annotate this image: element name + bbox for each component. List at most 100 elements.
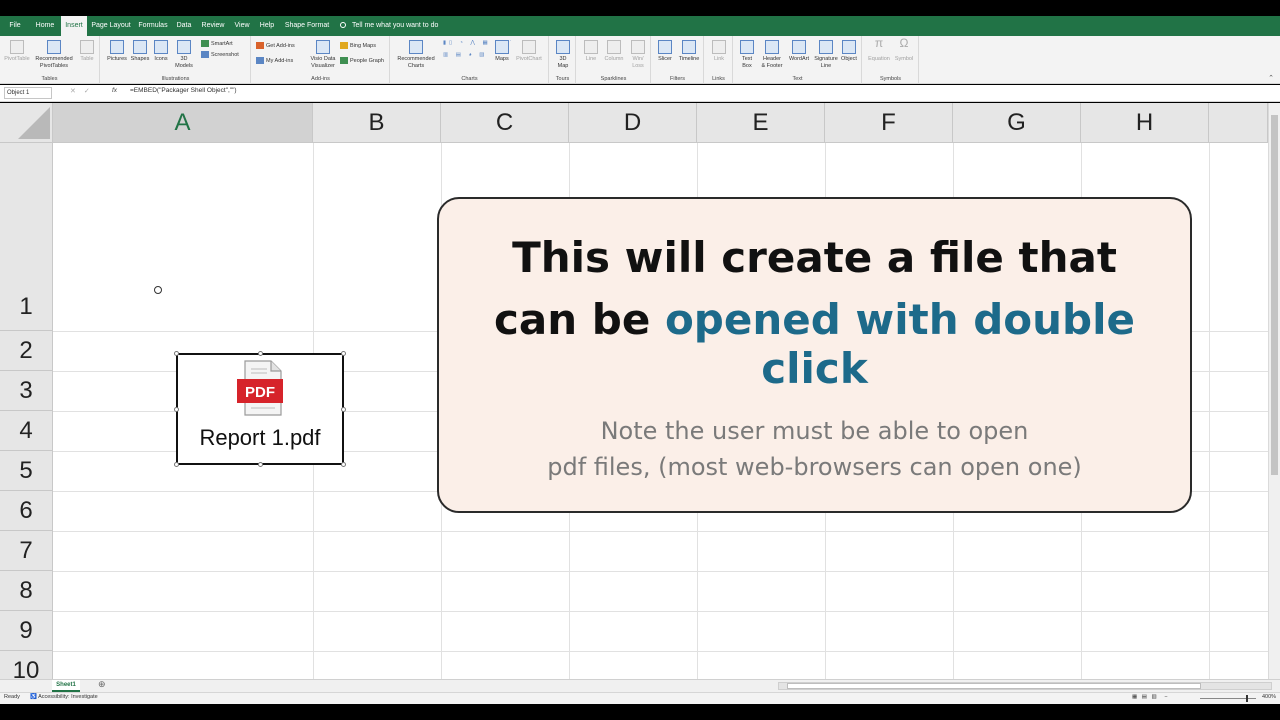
tab-home[interactable]: Home: [31, 16, 59, 36]
add-sheet-icon[interactable]: ⊕: [98, 679, 106, 690]
signature-line-button[interactable]: Signature Line: [812, 40, 840, 70]
zoom-slider-knob[interactable]: [1246, 695, 1248, 702]
maps-button[interactable]: Maps: [491, 40, 513, 63]
link-button[interactable]: Link: [708, 40, 730, 63]
resize-handle-se[interactable]: [341, 462, 346, 467]
horizontal-scroll-thumb[interactable]: [787, 683, 1201, 689]
store-icon: [256, 42, 264, 49]
recommended-pivottables-button[interactable]: Recommended PivotTables: [32, 40, 76, 70]
get-addins-button[interactable]: Get Add-ins: [256, 42, 295, 49]
horizontal-scrollbar[interactable]: [778, 682, 1272, 690]
pictures-button[interactable]: Pictures: [105, 40, 129, 63]
header-footer-button[interactable]: Header & Footer: [758, 40, 786, 70]
row-header-8[interactable]: 8: [0, 571, 53, 611]
tab-data[interactable]: Data: [174, 16, 194, 36]
row-header-4[interactable]: 4: [0, 411, 53, 451]
resize-handle-n[interactable]: [258, 351, 263, 356]
resize-handle-nw[interactable]: [174, 351, 179, 356]
formula-cancel-enter-icons[interactable]: ✕✓: [70, 87, 98, 95]
row-header-9[interactable]: 9: [0, 611, 53, 651]
tab-insert[interactable]: Insert: [61, 16, 87, 36]
vertical-scroll-thumb[interactable]: [1271, 115, 1278, 475]
people-graph-button[interactable]: People Graph: [340, 57, 384, 64]
row-header-5[interactable]: 5: [0, 451, 53, 491]
insert-function-icon[interactable]: fx: [112, 87, 117, 94]
select-all-corner[interactable]: [0, 103, 53, 143]
embedded-pdf-object[interactable]: PDF Report 1.pdf: [174, 351, 346, 467]
tab-help[interactable]: Help: [257, 16, 277, 36]
wordart-button[interactable]: WordArt: [786, 40, 812, 63]
group-illustrations: Pictures Shapes Icons 3D Models SmartArt…: [101, 36, 251, 84]
row-header-1[interactable]: 1: [0, 143, 53, 331]
tab-file[interactable]: File: [4, 16, 26, 36]
symbol-button[interactable]: Ω Symbol: [891, 37, 917, 63]
group-label-tables: Tables: [41, 76, 58, 82]
icons-button[interactable]: Icons: [151, 40, 171, 63]
visio-data-visualizer-button[interactable]: Visio Data Visualizer: [308, 40, 338, 70]
collapse-ribbon-icon[interactable]: ⌃: [1268, 74, 1274, 82]
callout-highlight: opened with double click: [664, 295, 1135, 393]
pivottable-button[interactable]: PivotTable: [4, 40, 30, 63]
sheet-tab-bar: Sheet1 ⊕: [0, 679, 1280, 692]
resize-handle-e[interactable]: [341, 407, 346, 412]
zoom-level[interactable]: 400%: [1262, 694, 1276, 700]
table-button[interactable]: Table: [77, 40, 97, 63]
group-label-addins: Add-ins: [311, 76, 330, 82]
formula-input[interactable]: =EMBED("Packager Shell Object",""): [130, 87, 237, 94]
3d-map-button[interactable]: 3D Map: [552, 40, 574, 70]
sparkline-column-icon: [607, 40, 621, 54]
tab-view[interactable]: View: [231, 16, 253, 36]
text-box-button[interactable]: Text Box: [736, 40, 758, 70]
sparkline-line-button[interactable]: Line: [581, 40, 601, 63]
smartart-button[interactable]: SmartArt: [201, 40, 233, 47]
name-box[interactable]: Object 1: [4, 87, 52, 99]
row-header-3[interactable]: 3: [0, 371, 53, 411]
tab-shape-format[interactable]: Shape Format: [283, 16, 331, 36]
tell-me-search[interactable]: Tell me what you want to do: [340, 16, 438, 36]
recommended-charts-button[interactable]: Recommended Charts: [393, 40, 439, 70]
vertical-scrollbar[interactable]: [1268, 103, 1280, 679]
signature-icon: [819, 40, 833, 54]
column-header-c[interactable]: C: [441, 103, 569, 143]
column-header-g[interactable]: G: [953, 103, 1081, 143]
sparkline-winloss-button[interactable]: Win/ Loss: [627, 40, 649, 70]
worksheet-grid[interactable]: A B C D E F G H 1 2 3 4 5 6 7 8 9 10 PDF: [0, 103, 1268, 679]
sparkline-column-button[interactable]: Column: [601, 40, 627, 63]
timeline-icon: [682, 40, 696, 54]
slicer-button[interactable]: Slicer: [654, 40, 676, 63]
row-header-6[interactable]: 6: [0, 491, 53, 531]
column-header-h[interactable]: H: [1081, 103, 1209, 143]
resize-handle-ne[interactable]: [341, 351, 346, 356]
tab-page-layout[interactable]: Page Layout: [90, 16, 132, 36]
column-header-a[interactable]: A: [53, 103, 313, 143]
column-header-d[interactable]: D: [569, 103, 697, 143]
accessibility-status[interactable]: ♿ Accessibility: Investigate: [30, 694, 98, 700]
resize-handle-s[interactable]: [258, 462, 263, 467]
screenshot-button[interactable]: Screenshot: [201, 51, 239, 58]
resize-handle-w[interactable]: [174, 407, 179, 412]
bing-maps-icon: [340, 42, 348, 49]
3d-models-button[interactable]: 3D Models: [171, 40, 197, 70]
column-header-e[interactable]: E: [697, 103, 825, 143]
group-label-filters: Filters: [670, 76, 685, 82]
chart-type-gallery-2[interactable]: ▥ ▤ ◕ ▧: [443, 52, 488, 58]
bing-maps-button[interactable]: Bing Maps: [340, 42, 376, 49]
column-header-b[interactable]: B: [313, 103, 441, 143]
tab-review[interactable]: Review: [199, 16, 227, 36]
resize-handle-sw[interactable]: [174, 462, 179, 467]
sheet-tab-sheet1[interactable]: Sheet1: [52, 680, 80, 692]
object-button[interactable]: Object: [838, 40, 860, 63]
view-buttons[interactable]: ▦ ▤ ▥ −: [1132, 694, 1168, 700]
tab-formulas[interactable]: Formulas: [136, 16, 170, 36]
column-header-next[interactable]: [1209, 103, 1268, 143]
row-header-7[interactable]: 7: [0, 531, 53, 571]
shapes-button[interactable]: Shapes: [129, 40, 151, 63]
pivotchart-button[interactable]: PivotChart: [513, 40, 545, 63]
timeline-button[interactable]: Timeline: [676, 40, 702, 63]
my-addins-button[interactable]: My Add-ins: [256, 57, 293, 64]
row-header-10[interactable]: 10: [0, 651, 53, 679]
sparkline-winloss-icon: [631, 40, 645, 54]
column-header-f[interactable]: F: [825, 103, 953, 143]
equation-button[interactable]: π Equation: [865, 37, 893, 63]
row-header-2[interactable]: 2: [0, 331, 53, 371]
